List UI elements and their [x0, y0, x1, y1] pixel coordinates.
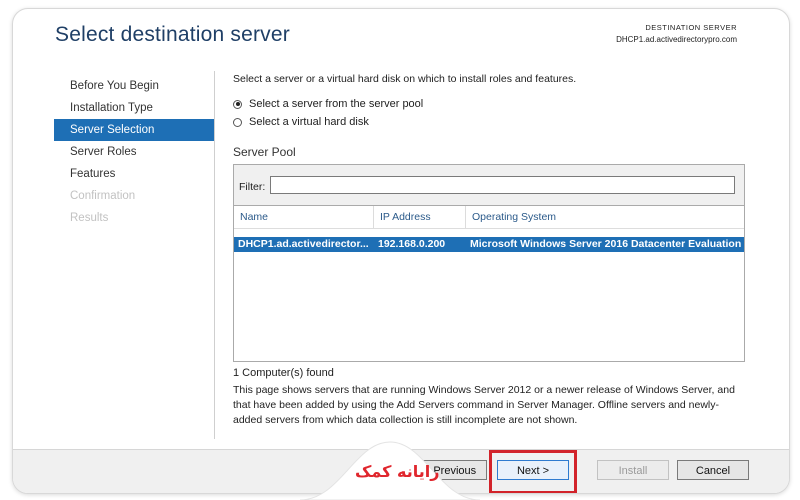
server-pool-heading: Server Pool	[233, 145, 296, 159]
nav-item-results: Results	[70, 212, 109, 224]
nav-item-server-roles[interactable]: Server Roles	[54, 141, 214, 163]
install-button: Install	[597, 460, 669, 480]
filter-area: Filter:	[234, 165, 744, 206]
radio-server-pool-label: Select a server from the server pool	[249, 98, 424, 110]
destination-server-name: DHCP1.ad.activedirectorypro.com	[616, 35, 737, 44]
destination-server-info: DESTINATION SERVER DHCP1.ad.activedirect…	[616, 22, 737, 46]
radio-virtual-hard-disk[interactable]: Select a virtual hard disk	[233, 113, 753, 131]
table-header: Name IP Address Operating System	[234, 206, 744, 229]
filter-label: Filter:	[239, 181, 266, 193]
wizard-nav: Before You Begin Installation Type Serve…	[54, 75, 214, 229]
page-title: Select destination server	[55, 23, 290, 46]
cell-ip-address: 192.168.0.200	[378, 238, 446, 250]
next-button-highlight	[489, 450, 577, 493]
destination-server-label: DESTINATION SERVER	[645, 23, 737, 32]
nav-item-server-selection[interactable]: Server Selection	[54, 119, 214, 141]
wizard-window: Select destination server DESTINATION SE…	[12, 8, 790, 494]
computers-found-count: 1 Computer(s) found	[233, 367, 334, 379]
nav-item-features[interactable]: Features	[54, 163, 214, 185]
radio-server-pool[interactable]: Select a server from the server pool	[233, 95, 753, 113]
description-text: This page shows servers that are running…	[233, 384, 735, 426]
column-header-ip-address[interactable]: IP Address	[374, 206, 466, 228]
nav-item-before-you-begin[interactable]: Before You Begin	[54, 75, 214, 97]
cell-operating-system: Microsoft Windows Server 2016 Datacenter…	[470, 238, 742, 250]
server-pool-box: Filter: Name IP Address Operating System…	[233, 164, 745, 362]
column-header-operating-system[interactable]: Operating System	[466, 206, 744, 228]
radio-checked-icon[interactable]	[233, 99, 242, 109]
cell-name: DHCP1.ad.activedirector...	[238, 238, 369, 250]
server-table: Name IP Address Operating System DHCP1.a…	[234, 206, 744, 252]
radio-unchecked-icon[interactable]	[233, 117, 242, 127]
filter-input[interactable]	[270, 176, 735, 194]
table-row[interactable]: DHCP1.ad.activedirector... 192.168.0.200…	[234, 237, 744, 252]
radio-vhd-label: Select a virtual hard disk	[249, 116, 369, 128]
column-header-name[interactable]: Name	[234, 206, 374, 228]
watermark-logo: رایانه کمک	[355, 462, 440, 481]
nav-item-confirmation: Confirmation	[70, 190, 136, 202]
intro-text: Select a server or a virtual hard disk o…	[233, 73, 577, 85]
nav-item-installation-type[interactable]: Installation Type	[54, 97, 214, 119]
cancel-button[interactable]: Cancel	[677, 460, 749, 480]
main-content: Select a server or a virtual hard disk o…	[233, 71, 753, 428]
nav-divider	[214, 71, 215, 439]
